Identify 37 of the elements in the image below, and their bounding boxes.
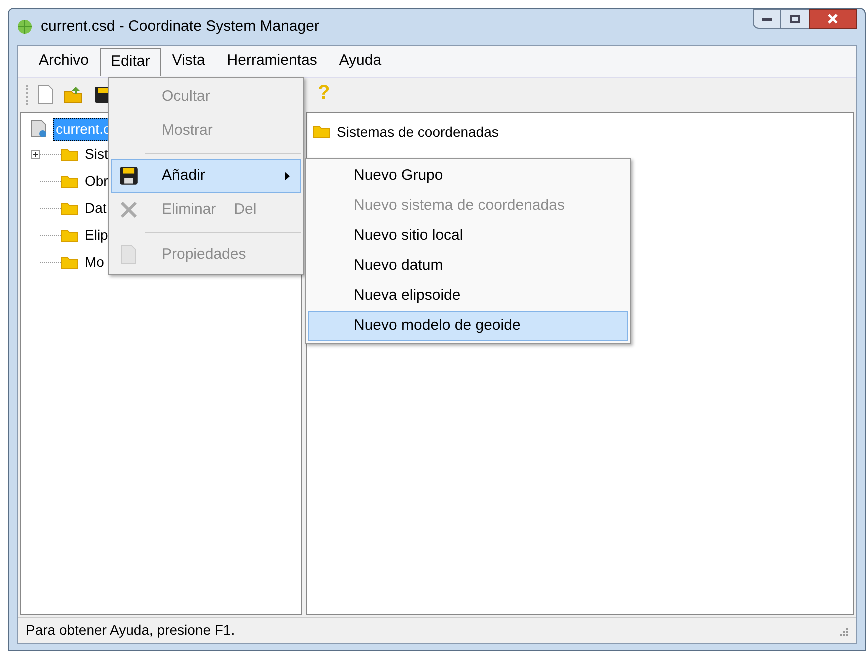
folder-icon (61, 228, 79, 242)
expand-icon[interactable] (31, 150, 40, 159)
menu-item[interactable]: Archivo (28, 48, 100, 76)
close-button[interactable] (809, 9, 857, 29)
document-globe-icon (31, 120, 47, 138)
folder-icon (61, 174, 79, 188)
tree-item[interactable]: Sist (85, 144, 108, 165)
folder-icon (313, 125, 331, 139)
tree-item[interactable]: Mo (85, 252, 104, 273)
menu-item[interactable]: Nueva elipsoide (308, 281, 628, 311)
menu-item[interactable]: Añadir (111, 159, 301, 193)
cross-icon (120, 201, 138, 219)
folder-icon (61, 202, 79, 216)
window-title: current.csd - Coordinate System Manager (41, 16, 320, 37)
menu-item[interactable]: Nuevo Grupo (308, 161, 628, 191)
open-folder-icon[interactable] (64, 86, 84, 104)
menu-item[interactable]: Editar (100, 48, 162, 76)
menu-item[interactable]: Nuevo datum (308, 251, 628, 281)
menu-item[interactable]: Ayuda (328, 48, 393, 76)
tree-item[interactable]: Elip (85, 225, 108, 246)
document-icon (121, 245, 137, 265)
status-text: Para obtener Ayuda, presione F1. (26, 621, 236, 640)
close-icon (828, 14, 838, 24)
list-item[interactable]: Sistemas de coordenadas (337, 122, 499, 142)
tree-item[interactable]: Obr (85, 171, 108, 192)
tree-item[interactable]: Dat (85, 198, 107, 219)
maximize-button[interactable] (781, 9, 809, 29)
resize-grip-icon[interactable] (838, 626, 848, 636)
menu-item[interactable]: Nuevo modelo de geoide (308, 311, 628, 341)
menu-item[interactable]: Herramientas (216, 48, 328, 76)
globe-icon (17, 19, 33, 35)
folder-icon (61, 256, 79, 270)
new-document-icon[interactable] (38, 85, 54, 105)
minimize-button[interactable] (753, 9, 781, 29)
menu-item[interactable]: Vista (161, 48, 216, 76)
menu-item[interactable]: Nuevo sitio local (308, 221, 628, 251)
folder-icon (61, 148, 79, 162)
